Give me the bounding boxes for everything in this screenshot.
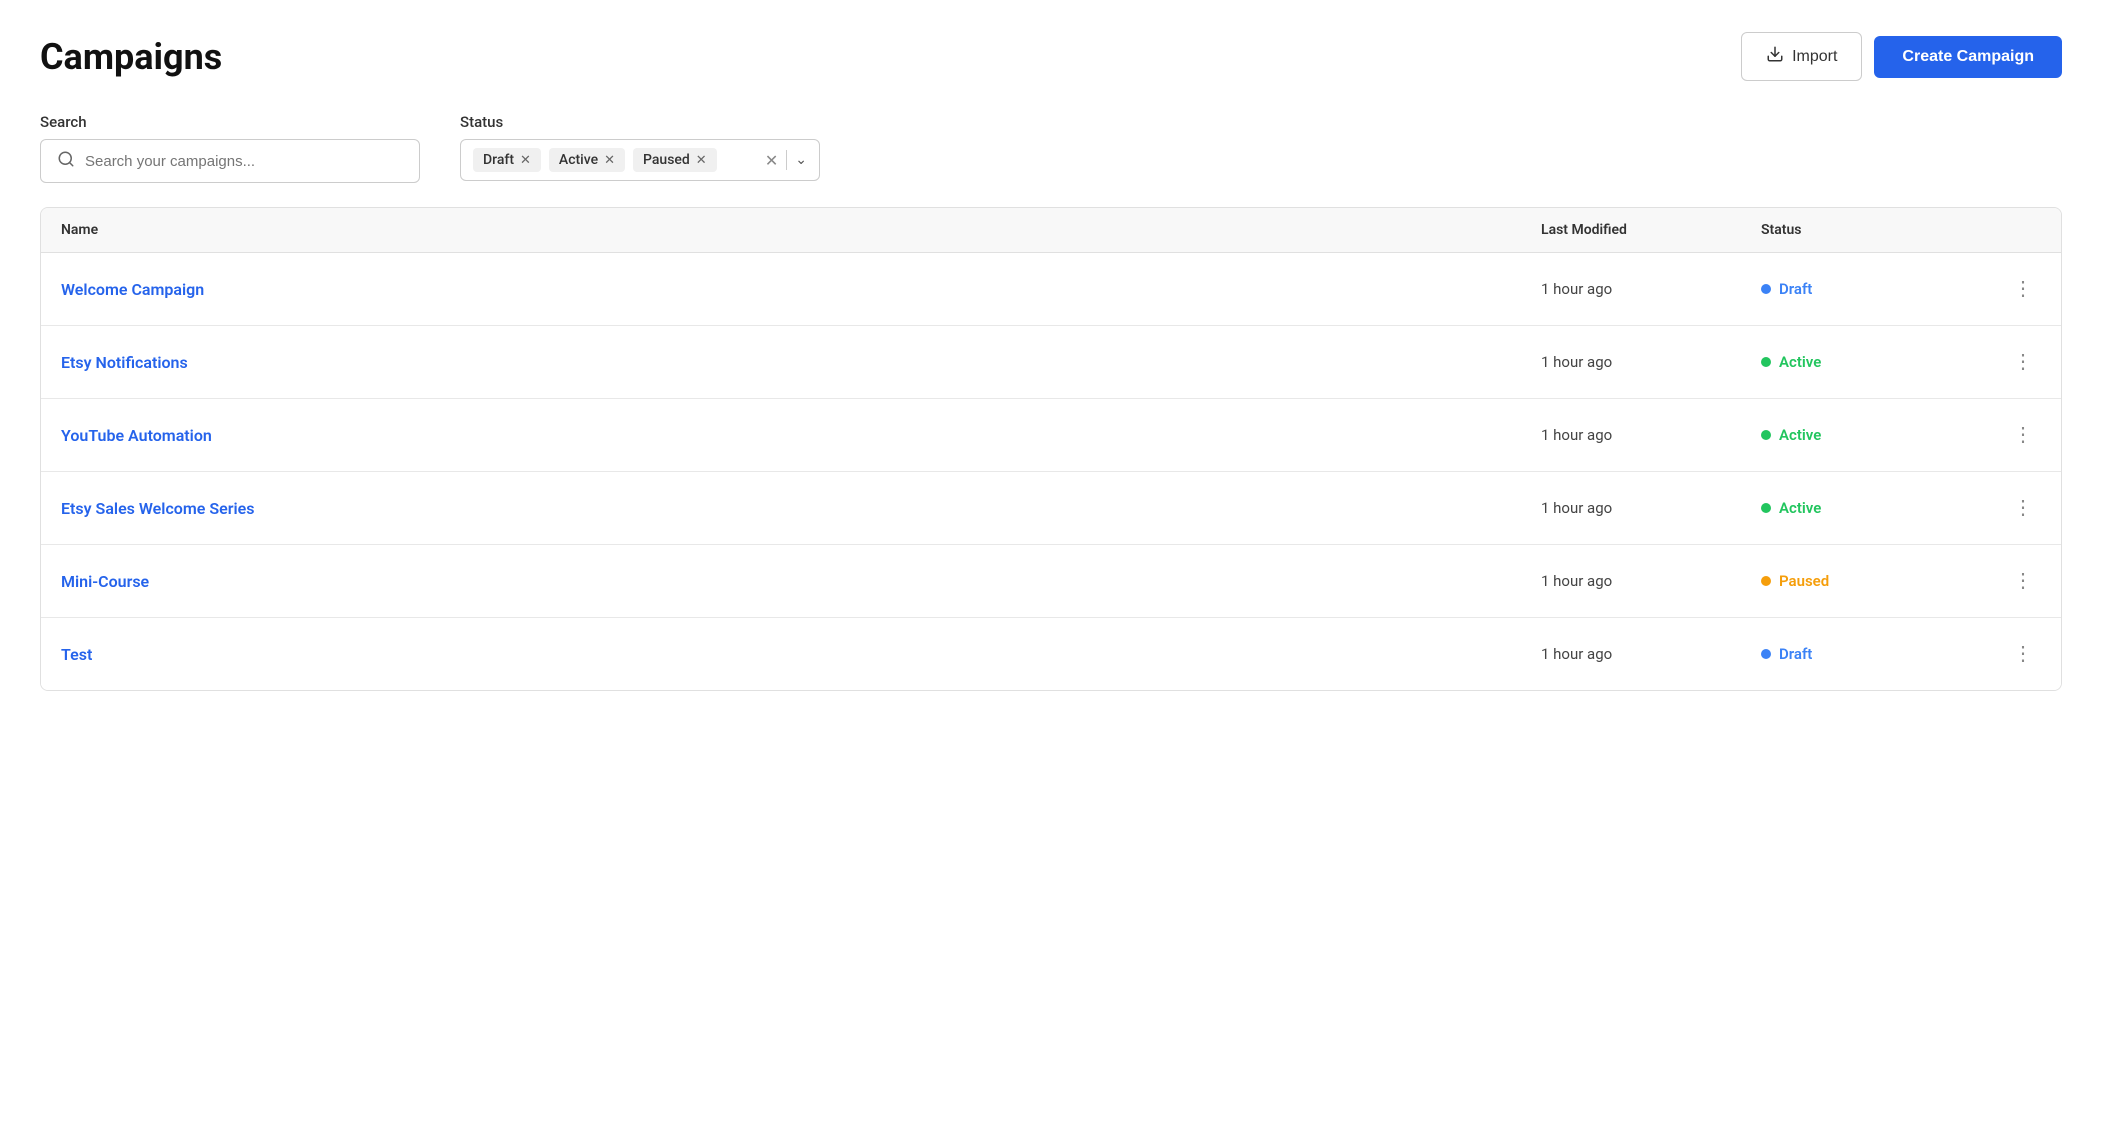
row-more-button[interactable]: ⋮ <box>2005 494 2041 522</box>
row-more-button[interactable]: ⋮ <box>2005 567 2041 595</box>
search-wrapper <box>40 139 420 183</box>
status-tag-active: Active ✕ <box>549 148 625 172</box>
last-modified-cell: 1 hour ago <box>1541 353 1761 371</box>
campaign-name-link[interactable]: Etsy Sales Welcome Series <box>61 499 254 518</box>
page-title: Campaigns <box>40 36 222 78</box>
status-cell: Active <box>1761 353 1981 371</box>
table-body: Welcome Campaign 1 hour ago Draft ⋮ Etsy… <box>41 253 2061 690</box>
search-filter-group: Search <box>40 113 420 183</box>
table-row: Test 1 hour ago Draft ⋮ <box>41 618 2061 690</box>
table-row: YouTube Automation 1 hour ago Active ⋮ <box>41 399 2061 472</box>
campaign-name-link[interactable]: Test <box>61 645 92 664</box>
column-last-modified: Last Modified <box>1541 222 1761 238</box>
column-name: Name <box>61 222 1541 238</box>
status-text: Active <box>1779 426 1821 444</box>
status-filter-wrapper: Draft ✕ Active ✕ Paused ✕ ✕ ⌄ <box>460 139 820 181</box>
status-tag-paused-label: Paused <box>643 152 690 168</box>
campaign-name-link[interactable]: Mini-Course <box>61 572 149 591</box>
status-text: Active <box>1779 499 1821 517</box>
table-header: Name Last Modified Status <box>41 208 2061 253</box>
last-modified-cell: 1 hour ago <box>1541 280 1761 298</box>
status-cell: Draft <box>1761 280 1981 298</box>
status-tag-draft-label: Draft <box>483 152 514 168</box>
filter-divider <box>786 150 787 170</box>
status-filter-chevron-icon[interactable]: ⌄ <box>795 152 807 168</box>
status-dot <box>1761 357 1771 367</box>
row-more-button[interactable]: ⋮ <box>2005 348 2041 376</box>
status-label: Status <box>460 113 820 131</box>
status-filter-clear-button[interactable]: ✕ <box>765 151 778 170</box>
column-status: Status <box>1761 222 1981 238</box>
filters-section: Search Status Draft ✕ Active ✕ Paused <box>40 113 2062 183</box>
row-more-button[interactable]: ⋮ <box>2005 640 2041 668</box>
column-actions <box>1981 222 2041 238</box>
table-row: Welcome Campaign 1 hour ago Draft ⋮ <box>41 253 2061 326</box>
status-text: Paused <box>1779 572 1829 590</box>
status-cell: Draft <box>1761 645 1981 663</box>
last-modified-cell: 1 hour ago <box>1541 572 1761 590</box>
status-tag-draft-close[interactable]: ✕ <box>520 154 531 167</box>
campaign-name-link[interactable]: YouTube Automation <box>61 426 212 445</box>
campaigns-table: Name Last Modified Status Welcome Campai… <box>40 207 2062 691</box>
status-filter-group: Status Draft ✕ Active ✕ Paused ✕ ✕ ⌄ <box>460 113 820 181</box>
status-dot <box>1761 649 1771 659</box>
row-actions: ⋮ <box>1981 567 2041 595</box>
table-row: Etsy Sales Welcome Series 1 hour ago Act… <box>41 472 2061 545</box>
campaign-name-cell: YouTube Automation <box>61 426 1541 445</box>
import-button[interactable]: Import <box>1741 32 1862 81</box>
last-modified-cell: 1 hour ago <box>1541 426 1761 444</box>
create-campaign-button[interactable]: Create Campaign <box>1874 36 2062 78</box>
campaign-name-cell: Mini-Course <box>61 572 1541 591</box>
status-cell: Active <box>1761 426 1981 444</box>
status-tag-paused: Paused ✕ <box>633 148 717 172</box>
status-cell: Paused <box>1761 572 1981 590</box>
table-row: Mini-Course 1 hour ago Paused ⋮ <box>41 545 2061 618</box>
status-tag-active-label: Active <box>559 152 598 168</box>
page-header: Campaigns Import Create Campaign <box>40 32 2062 81</box>
status-text: Draft <box>1779 645 1812 663</box>
campaign-name-link[interactable]: Welcome Campaign <box>61 280 204 299</box>
campaign-name-cell: Welcome Campaign <box>61 280 1541 299</box>
status-text: Draft <box>1779 280 1812 298</box>
status-cell: Active <box>1761 499 1981 517</box>
last-modified-cell: 1 hour ago <box>1541 499 1761 517</box>
status-tag-draft: Draft ✕ <box>473 148 541 172</box>
status-dot <box>1761 576 1771 586</box>
import-icon <box>1766 45 1784 68</box>
campaign-name-cell: Test <box>61 645 1541 664</box>
header-actions: Import Create Campaign <box>1741 32 2062 81</box>
campaign-name-cell: Etsy Notifications <box>61 353 1541 372</box>
row-actions: ⋮ <box>1981 640 2041 668</box>
row-actions: ⋮ <box>1981 275 2041 303</box>
campaign-name-link[interactable]: Etsy Notifications <box>61 353 188 372</box>
last-modified-cell: 1 hour ago <box>1541 645 1761 663</box>
status-dot <box>1761 430 1771 440</box>
row-actions: ⋮ <box>1981 421 2041 449</box>
search-icon <box>57 150 75 172</box>
status-dot <box>1761 284 1771 294</box>
search-label: Search <box>40 113 420 131</box>
import-label: Import <box>1792 48 1837 66</box>
search-input[interactable] <box>85 153 403 170</box>
campaign-name-cell: Etsy Sales Welcome Series <box>61 499 1541 518</box>
row-more-button[interactable]: ⋮ <box>2005 275 2041 303</box>
status-tag-paused-close[interactable]: ✕ <box>696 154 707 167</box>
status-text: Active <box>1779 353 1821 371</box>
row-more-button[interactable]: ⋮ <box>2005 421 2041 449</box>
row-actions: ⋮ <box>1981 348 2041 376</box>
status-dot <box>1761 503 1771 513</box>
row-actions: ⋮ <box>1981 494 2041 522</box>
table-row: Etsy Notifications 1 hour ago Active ⋮ <box>41 326 2061 399</box>
status-tag-active-close[interactable]: ✕ <box>604 154 615 167</box>
